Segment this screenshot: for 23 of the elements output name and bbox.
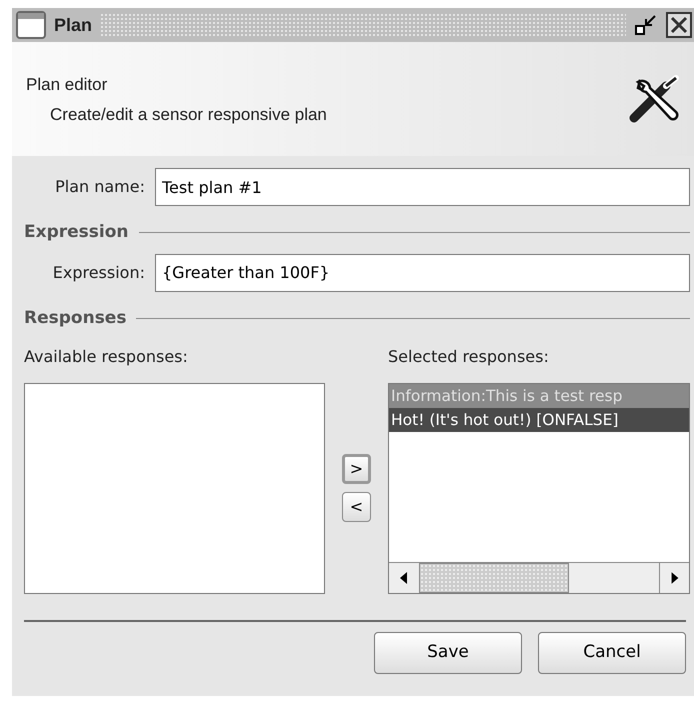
header-title: Plan editor [26,74,108,96]
section-heading: Expression [24,221,129,244]
remove-response-button[interactable]: < [342,492,371,522]
expression-label: Expression: [52,262,146,284]
minimize-icon[interactable] [634,13,658,37]
horizontal-scrollbar[interactable] [389,562,689,593]
add-response-button[interactable]: > [342,454,371,484]
scrollbar-thumb[interactable] [419,563,569,593]
cancel-button[interactable]: Cancel [538,632,686,674]
plan-name-label: Plan name: [54,176,146,198]
available-responses-label: Available responses: [24,346,189,368]
title-bar-grip[interactable] [100,13,626,37]
window-title: Plan [54,14,92,36]
expression-field[interactable]: {Greater than 100F} [155,254,690,292]
response-item[interactable]: Hot! (It's hot out!) [ONFALSE] [389,408,689,432]
close-icon[interactable] [666,12,692,38]
section-heading: Responses [24,306,126,330]
selected-responses-list[interactable]: Information:This is a test resp Hot! (It's hot out!) [ONFALSE] [388,383,690,594]
header-subtitle: Create/edit a sensor responsive plan [50,104,327,126]
plan-name-field[interactable]: Test plan #1 [155,168,690,206]
selected-responses-label: Selected responses: [388,346,550,368]
window-icon [16,11,46,39]
save-button[interactable]: Save [374,632,522,674]
